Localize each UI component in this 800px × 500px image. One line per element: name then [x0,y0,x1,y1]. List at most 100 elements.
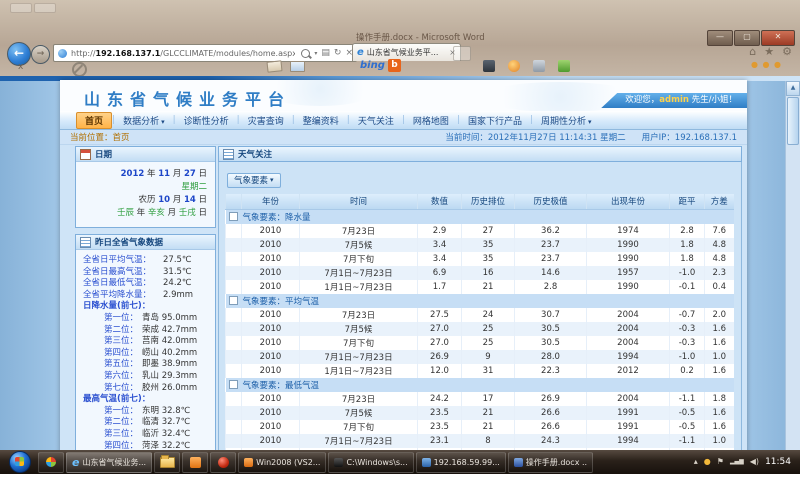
table-row[interactable]: 20107月下旬27.02530.52004-0.31.6 [226,336,734,350]
maximize-button[interactable]: ▢ [734,30,760,46]
bing-logo[interactable]: bing [360,60,385,71]
checkbox[interactable] [229,296,238,305]
table-row[interactable]: 20107月5候3.43523.719901.84.8 [226,238,734,252]
element-filter-button[interactable]: 气象要素▾ [227,173,281,188]
row-lead-cell [226,308,242,322]
favorites-star-icon[interactable]: ★ [764,45,774,58]
table-cell: 1.6 [705,364,734,378]
close-button[interactable]: ✕ [761,30,795,46]
browser-tab[interactable]: e 山东省气候业务平... × [352,43,461,61]
pinned-app-icon[interactable] [38,452,64,473]
nav-item-2[interactable]: 诊断性分析 [176,113,237,128]
volume-icon[interactable]: ◀) [750,458,759,466]
taskbar-button-label: C:\Windows\s... [346,458,407,467]
scrollbar-thumb[interactable] [787,97,799,145]
toolbar-addon-icon[interactable] [558,60,570,72]
toolbar-close-icon[interactable]: x [18,62,23,72]
table-cell: 27 [462,224,515,238]
toolbar-addon-icon[interactable] [533,60,545,72]
table-row[interactable]: 20101月1日~7月23日12.03122.320120.21.6 [226,364,734,378]
page-icon[interactable]: ▤ [321,48,330,58]
toolbar-card-icon[interactable] [266,60,282,73]
table-row[interactable]: 20107月1日~7月23日6.91614.61957-1.02.3 [226,266,734,280]
table-group-row[interactable]: 气象要素：降水量 [226,209,734,224]
date-line: 农历 10 月 14 日 [84,194,207,207]
start-button[interactable] [9,451,31,473]
taskbar-app-button[interactable]: 操作手册.docx .. [508,452,593,473]
table-row[interactable]: 20101月1日~7月23日1.7212.81990-0.10.4 [226,280,734,294]
table-row[interactable]: 20107月5候27.02530.52004-0.31.6 [226,322,734,336]
date-line: 壬辰 年 辛亥 月 壬戌 日 [84,207,207,220]
table-row[interactable]: 20107月1日~7月23日23.1824.31994-1.11.0 [226,434,734,448]
table-group-row[interactable]: 气象要素：最低气温 [226,378,734,392]
column-header: 历史极值 [515,194,587,210]
nav-item-5[interactable]: 天气关注 [350,113,402,128]
main-panel: 天气关注 气象要素▾ 年份时间数值历史排位历史极值出现年份距平方差 气象要素：降… [218,146,742,478]
table-row[interactable]: 20107月1日~7月23日26.9928.01994-1.01.0 [226,350,734,364]
explorer-taskbar-icon[interactable] [154,452,180,473]
refresh-icon[interactable]: ↻ [334,48,342,58]
taskbar-app-button[interactable]: Win2008 (VS2... [238,452,326,473]
table-cell: 26.6 [515,420,587,434]
checkbox[interactable] [229,380,238,389]
navbar: 首页|数据分析▾|诊断性分析|灾害查询|整编资料|天气关注|网格地图|国家下行产… [60,111,747,130]
nav-item-4[interactable]: 整编资料 [295,113,347,128]
table-cell: 30.5 [515,322,587,336]
url-text[interactable]: http://192.168.137.1/GLCCLIMATE/modules/… [71,49,295,58]
toolbar-addon-icon[interactable] [508,60,520,72]
nav-item-1[interactable]: 数据分析▾ [115,113,173,128]
rank-row: 第五位：即墨 38.9mm [78,359,213,371]
vertical-scrollbar[interactable]: ▲ [785,81,800,478]
nav-item-6[interactable]: 网格地图 [405,113,457,128]
nav-item-7[interactable]: 国家下行产品 [460,113,530,128]
nav-item-8[interactable]: 周期性分析▾ [533,113,600,128]
table-cell: 2010 [242,336,300,350]
taskbar-button-label: Win2008 (VS2... [256,458,320,467]
row-lead-cell [226,392,242,406]
taskbar-ie-button[interactable]: e 山东省气候业务... [66,452,152,473]
hidden-icons-chevron-icon[interactable]: ▴ [694,458,698,466]
taskbar-app-button[interactable]: 192.168.59.99... [416,452,506,473]
taskbar-clock[interactable]: 11:54 [765,457,791,467]
table-group-row[interactable]: 气象要素：平均气温 [226,294,734,308]
app-taskbar-icon[interactable] [210,452,236,473]
bing-button-icon[interactable]: b [388,59,401,72]
tab-title[interactable]: 山东省气候业务平... [367,47,447,58]
toolbar-overflow-icon[interactable]: ● ● ● [751,60,782,69]
table-cell: 7月23日 [300,392,418,406]
table-row[interactable]: 20107月下旬3.43523.719901.84.8 [226,252,734,266]
home-icon[interactable]: ⌂ [749,45,756,58]
browser-forward-button[interactable]: → [31,45,50,64]
table-cell: 7月23日 [300,224,418,238]
nav-item-3[interactable]: 灾害查询 [240,113,292,128]
blocked-addon-icon[interactable] [72,62,87,77]
search-icon[interactable] [301,49,310,58]
nav-item-0[interactable]: 首页 [76,112,112,129]
toolbar-mail-icon[interactable] [290,61,305,72]
date-segment: 壬辰 [117,208,134,218]
address-bar[interactable]: http://192.168.137.1/GLCCLIMATE/modules/… [53,44,357,62]
taskbar-app-button[interactable]: C:\Windows\s... [328,452,413,473]
table-row[interactable]: 20107月23日2.92736.219742.87.6 [226,224,734,238]
action-center-flag-icon[interactable]: ⚑ [717,458,724,466]
table-row[interactable]: 20107月23日24.21726.92004-1.11.8 [226,392,734,406]
warning-icon[interactable]: ● [704,458,711,466]
table-cell: -0.1 [670,280,705,294]
table-cell: 1974 [587,224,670,238]
settings-gear-icon[interactable]: ⚙ [782,45,792,58]
checkbox[interactable] [229,212,238,221]
scroll-up-icon[interactable]: ▲ [786,81,800,96]
table-row[interactable]: 20107月5候23.52126.61991-0.51.6 [226,406,734,420]
table-cell: 26.9 [515,392,587,406]
minimize-button[interactable]: — [707,30,733,46]
table-row[interactable]: 20107月23日27.52430.72004-0.72.0 [226,308,734,322]
table-row[interactable]: 20107月下旬23.52126.61991-0.51.6 [226,420,734,434]
weather-panel-title: 昨日全省气象数据 [95,236,163,248]
app-taskbar-icon[interactable] [182,452,208,473]
search-dropdown-icon[interactable]: ▾ [314,50,317,57]
network-icon[interactable]: ▂▄▆ [730,459,744,465]
toolbar-addon-icon[interactable] [483,60,495,72]
table-cell: 7.6 [705,224,734,238]
table-cell: -1.0 [670,350,705,364]
new-tab-button[interactable] [453,46,471,61]
